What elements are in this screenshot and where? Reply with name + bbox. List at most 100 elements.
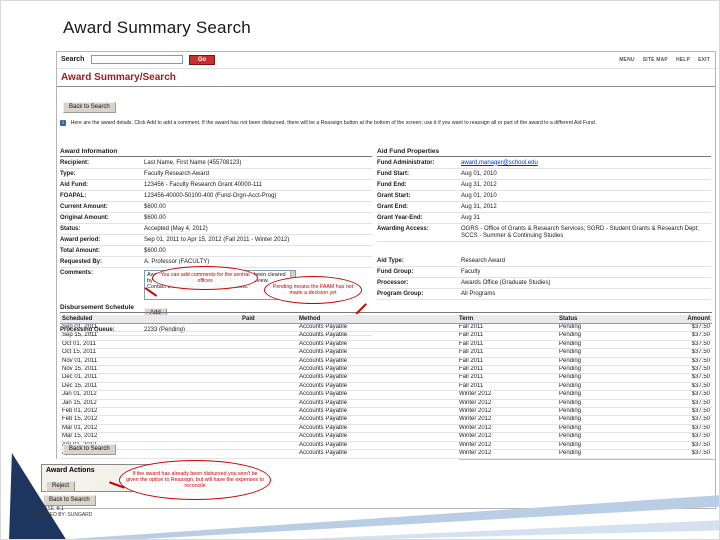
field-value: 123456-40000-50100-400 (Fund-Orgn-Acct-P… bbox=[144, 192, 277, 199]
table-row: Feb 15, 2012 Accounts Payable Winter 2012 P… bbox=[60, 415, 712, 425]
table-cell: Nov 01, 2011 bbox=[60, 357, 240, 367]
back-to-search-button-top[interactable]: Back to Search bbox=[63, 102, 116, 113]
field-row: Fund Start: Aug 01, 2010 bbox=[377, 169, 711, 180]
field-row: Fund Administrator: award.manager@school.… bbox=[377, 158, 711, 169]
field-row: Grant Start: Aug 01, 2010 bbox=[377, 191, 711, 202]
field-value: Aug 01, 2010 bbox=[461, 170, 497, 177]
field-value-link[interactable]: award.manager@school.edu bbox=[461, 160, 711, 167]
field-value: $600.00 bbox=[144, 214, 166, 221]
back-to-search-button-middle[interactable]: Back to Search bbox=[63, 444, 116, 455]
table-cell: Accounts Payable bbox=[297, 449, 457, 459]
field-row: Award period: Sep 01, 2011 to Apr 15, 201… bbox=[60, 235, 372, 246]
table-cell: Fall 2011 bbox=[457, 382, 557, 392]
table-cell: Pending bbox=[557, 390, 652, 400]
table-cell: Accounts Payable bbox=[297, 373, 457, 383]
field-label: Original Amount: bbox=[60, 214, 109, 221]
field-label: FOAPAL: bbox=[60, 192, 87, 199]
table-cell bbox=[240, 382, 297, 392]
table-cell: Mar 01, 2012 bbox=[60, 424, 240, 434]
field-value: $600.00 bbox=[144, 203, 166, 210]
table-cell: Pending bbox=[557, 415, 652, 425]
back-to-search-button-bottom[interactable]: Back to Search bbox=[43, 495, 96, 506]
table-cell: Pending bbox=[557, 365, 652, 375]
go-button[interactable]: Go bbox=[189, 55, 215, 65]
field-value: OGRS - Office of Grants & Research Servi… bbox=[461, 225, 699, 239]
table-cell: $37.50 bbox=[652, 449, 712, 459]
callout-pending-text: Pending means the FAAM has not made a de… bbox=[272, 284, 354, 296]
table-cell bbox=[240, 340, 297, 350]
table-cell: $37.50 bbox=[652, 407, 712, 417]
table-cell: Winter 2012 bbox=[457, 441, 557, 451]
table-cell: Pending bbox=[557, 340, 652, 350]
table-cell: Fall 2011 bbox=[457, 348, 557, 358]
field-value: Awards Office (Graduate Studies) bbox=[461, 279, 551, 286]
table-row: Feb 01, 2012 Accounts Payable Winter 2012 P… bbox=[60, 407, 712, 417]
table-cell: Fall 2011 bbox=[457, 340, 557, 350]
field-row: Processor: Awards Office (Graduate Studie… bbox=[377, 278, 711, 289]
table-cell: Accounts Payable bbox=[297, 365, 457, 375]
table-cell: Pending bbox=[557, 399, 652, 409]
table-cell: Mar 15, 2012 bbox=[60, 432, 240, 442]
field-label: Requested By: bbox=[60, 258, 103, 265]
table-cell: Jan 01, 2012 bbox=[60, 390, 240, 400]
table-cell: $37.50 bbox=[652, 399, 712, 409]
field-value: Aug 31, 2012 bbox=[461, 203, 497, 210]
field-value: Faculty bbox=[461, 268, 481, 275]
table-cell: $37.50 bbox=[652, 441, 712, 451]
table-cell: Oct 15, 2011 bbox=[60, 348, 240, 358]
field-label: Status: bbox=[60, 225, 81, 232]
field-label: Total Amount: bbox=[60, 247, 100, 254]
table-row: Dec 01, 2011 Accounts Payable Fall 2011 Pen… bbox=[60, 373, 712, 383]
table-cell: Dec 15, 2011 bbox=[60, 382, 240, 392]
table-cell: Winter 2012 bbox=[457, 424, 557, 434]
field-value: $600.00 bbox=[144, 247, 166, 254]
disbursement-section: Disbursement Schedule Scheduled Paid Metho… bbox=[60, 304, 712, 459]
column-header: Amount bbox=[652, 315, 712, 324]
table-cell: Accounts Payable bbox=[297, 407, 457, 417]
table-cell: Sep 15, 2011 bbox=[60, 331, 240, 341]
top-nav-link[interactable]: EXIT bbox=[698, 57, 710, 63]
section-title-aid-fund-properties: Aid Fund Properties bbox=[377, 148, 711, 157]
info-icon: i bbox=[60, 120, 66, 126]
screenshot-frame: Search Go MENU SITE MAP HELP EXIT Award Sum… bbox=[56, 51, 716, 509]
field-label: Fund Administrator: bbox=[377, 159, 435, 166]
table-cell: Nov 15, 2011 bbox=[60, 365, 240, 375]
table-cell bbox=[240, 449, 297, 459]
field-label: Fund Group: bbox=[377, 268, 414, 275]
table-row: Apr 01, 2012Accounts PayableWinter 2012P… bbox=[60, 441, 712, 451]
award-actions-panel: Award Actions Reject If the award has al… bbox=[37, 459, 459, 507]
top-nav-link[interactable]: MENU bbox=[619, 57, 635, 63]
powered-text: POWERED BY: SUNGARD bbox=[31, 512, 93, 519]
aid-fund-properties-section: Aid Fund Properties Fund Administrator: a… bbox=[377, 148, 711, 300]
fund-classification-fields: Aid Type: Research Award Fund Group: Facult… bbox=[377, 256, 711, 300]
table-cell: Pending bbox=[557, 424, 652, 434]
callout-reassign: If the award has already been disbursed … bbox=[119, 460, 271, 500]
search-input[interactable] bbox=[91, 55, 183, 64]
reject-button[interactable]: Reject bbox=[46, 481, 76, 492]
field-value: Aug 31, 2012 bbox=[461, 181, 497, 188]
table-cell: Accounts Payable bbox=[297, 340, 457, 350]
table-cell: $37.50 bbox=[652, 323, 712, 333]
table-cell: Winter 2012 bbox=[457, 449, 557, 459]
table-row: Jan 01, 2012 Accounts Payable Winter 2012 P… bbox=[60, 390, 712, 400]
field-value: All Programs bbox=[461, 290, 496, 297]
field-row: Aid Fund: 123456 - Faculty Research Grant… bbox=[60, 180, 372, 191]
field-label: Type: bbox=[60, 170, 76, 177]
field-row: Status: Accepted (May 4, 2012) bbox=[60, 224, 372, 235]
table-row: Oct 15, 2011 Accounts Payable Fall 2011 Pen… bbox=[60, 348, 712, 358]
disbursement-table: Scheduled Paid Method Term Status Amount Sep … bbox=[60, 315, 712, 459]
top-nav-link[interactable]: SITE MAP bbox=[643, 57, 668, 63]
top-nav-link[interactable]: HELP bbox=[676, 57, 690, 63]
field-row: Fund Group: Faculty bbox=[377, 267, 711, 278]
table-cell: Jan 15, 2012 bbox=[60, 399, 240, 409]
callout-comments: You can add comments for the central off… bbox=[152, 266, 258, 290]
field-row: FOAPAL: 123456-40000-50100-400 (Fund-Orgn… bbox=[60, 191, 372, 202]
field-value: Research Award bbox=[461, 257, 505, 264]
table-cell: Accounts Payable bbox=[297, 399, 457, 409]
column-header: Term bbox=[457, 315, 557, 324]
table-cell: Pending bbox=[557, 357, 652, 367]
field-value: Aug 01, 2010 bbox=[461, 192, 497, 199]
table-row: Mar 15, 2012 Accounts Payable Winter 2012 P… bbox=[60, 432, 712, 442]
field-row: Awarding Access: OGRS - Office of Grants … bbox=[377, 224, 711, 242]
